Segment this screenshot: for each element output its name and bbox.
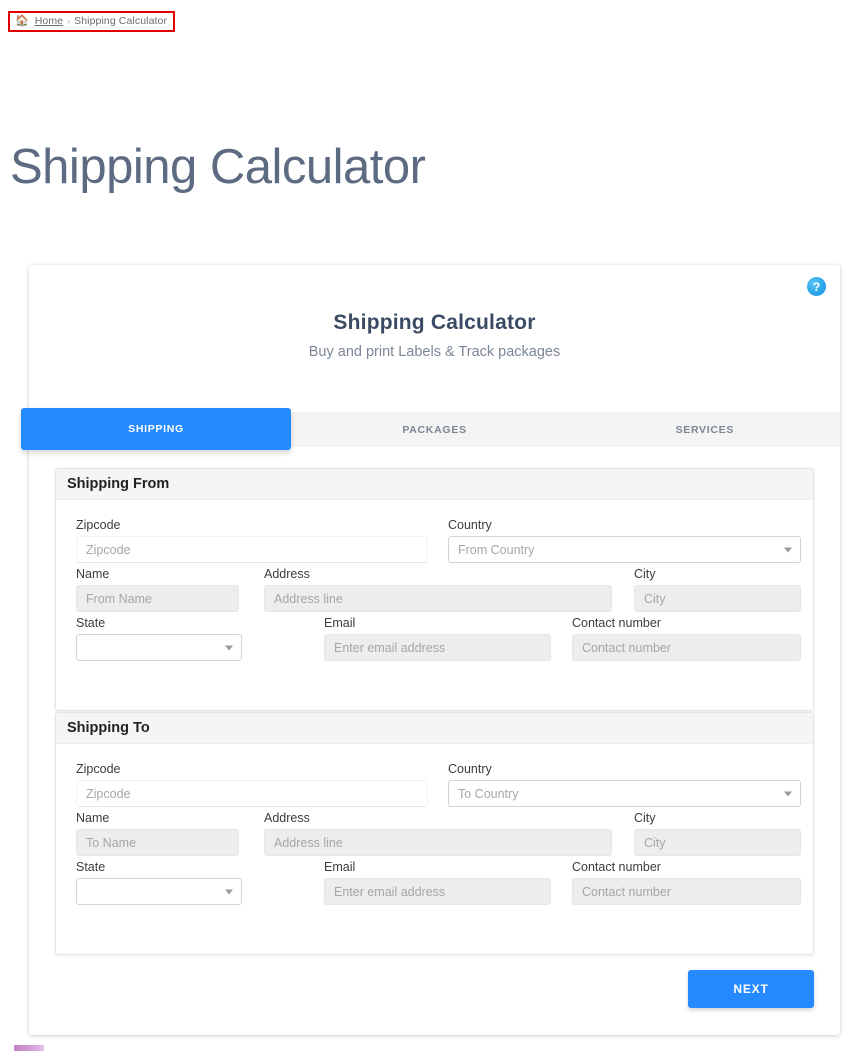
card-header: Shipping Calculator Buy and print Labels… — [29, 265, 840, 360]
field-from-name: Name — [76, 567, 239, 612]
help-icon[interactable]: ? — [807, 277, 826, 296]
label-to-address: Address — [264, 811, 310, 825]
label-to-contact: Contact number — [572, 860, 661, 874]
shipping-to-heading: Shipping To — [56, 713, 813, 744]
field-to-contact: Contact number — [572, 860, 801, 905]
tab-bar: PACKAGES SERVICES SHIPPING — [21, 408, 840, 450]
label-to-zipcode: Zipcode — [76, 762, 121, 776]
select-to-country[interactable]: To Country — [448, 780, 801, 807]
input-from-city[interactable] — [634, 585, 801, 612]
next-button[interactable]: NEXT — [688, 970, 814, 1008]
input-to-contact[interactable] — [572, 878, 801, 905]
label-to-email: Email — [324, 860, 356, 874]
field-from-country: Country From Country — [448, 518, 801, 563]
shipping-calculator-card: ? Shipping Calculator Buy and print Labe… — [21, 265, 840, 1035]
field-to-state: State — [76, 860, 242, 905]
input-from-zipcode[interactable] — [76, 536, 428, 563]
breadcrumb: 🏠 Home › Shipping Calculator — [8, 11, 176, 32]
field-from-contact: Contact number — [572, 616, 801, 661]
field-to-email: Email — [324, 860, 551, 905]
label-to-state: State — [76, 860, 106, 874]
select-to-state[interactable] — [76, 878, 242, 905]
tab-packages[interactable]: PACKAGES — [299, 412, 570, 447]
input-to-name[interactable] — [76, 829, 239, 856]
shipping-to-body: Zipcode Country To Country Name Address — [56, 744, 813, 905]
input-to-address[interactable] — [264, 829, 612, 856]
field-from-address: Address — [264, 567, 612, 612]
shipping-from-body: Zipcode Country From Country Name Addres… — [56, 500, 813, 661]
label-to-country: Country — [448, 762, 492, 776]
shipping-from-panel: Shipping From Zipcode Country From Count… — [55, 468, 814, 711]
breadcrumb-current: Shipping Calculator — [74, 15, 168, 27]
select-from-state[interactable] — [76, 634, 242, 661]
label-from-zipcode: Zipcode — [76, 518, 121, 532]
field-to-name: Name — [76, 811, 239, 856]
card-subtitle: Buy and print Labels & Track packages — [308, 344, 561, 360]
shipping-to-panel: Shipping To Zipcode Country To Country N… — [55, 712, 814, 955]
label-from-contact: Contact number — [572, 616, 661, 630]
label-from-state: State — [76, 616, 106, 630]
field-from-state: State — [76, 616, 242, 661]
label-from-name: Name — [76, 567, 110, 581]
tab-services[interactable]: SERVICES — [569, 412, 840, 447]
label-to-city: City — [634, 811, 656, 825]
label-from-city: City — [634, 567, 656, 581]
input-from-email[interactable] — [324, 634, 551, 661]
breadcrumb-separator: › — [67, 16, 71, 26]
label-from-address: Address — [264, 567, 310, 581]
home-icon: 🏠 — [15, 14, 29, 27]
field-from-email: Email — [324, 616, 551, 661]
label-from-email: Email — [324, 616, 356, 630]
input-to-email[interactable] — [324, 878, 551, 905]
page-title: Shipping Calculator — [10, 139, 426, 194]
select-from-country[interactable]: From Country — [448, 536, 801, 563]
field-to-city: City — [634, 811, 801, 856]
field-to-address: Address — [264, 811, 612, 856]
input-to-city[interactable] — [634, 829, 801, 856]
card-title: Shipping Calculator — [333, 311, 536, 334]
field-from-city: City — [634, 567, 801, 612]
input-from-contact[interactable] — [572, 634, 801, 661]
breadcrumb-link-home[interactable]: Home — [35, 15, 63, 27]
field-from-zipcode: Zipcode — [76, 518, 428, 563]
shipping-from-heading: Shipping From — [56, 469, 813, 500]
field-to-country: Country To Country — [448, 762, 801, 807]
tab-shipping[interactable]: SHIPPING — [21, 408, 291, 450]
label-to-name: Name — [76, 811, 110, 825]
input-from-address[interactable] — [264, 585, 612, 612]
page-bottom-fragment — [14, 1045, 44, 1051]
field-to-zipcode: Zipcode — [76, 762, 428, 807]
input-to-zipcode[interactable] — [76, 780, 428, 807]
input-from-name[interactable] — [76, 585, 239, 612]
label-from-country: Country — [448, 518, 492, 532]
